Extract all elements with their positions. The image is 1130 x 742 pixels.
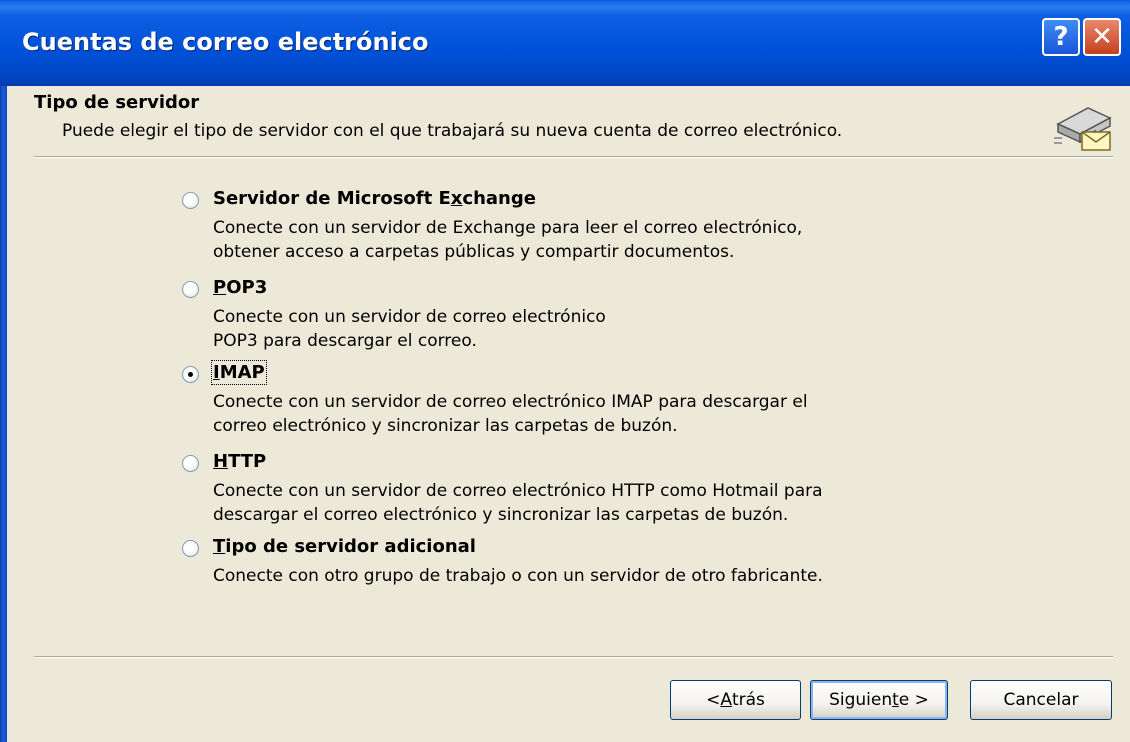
header-subtitle: Puede elegir el tipo de servidor con el … [62, 121, 843, 141]
server-mail-icon [1054, 107, 1112, 151]
header-separator [34, 156, 1113, 158]
radio-http[interactable] [182, 455, 199, 472]
window-border [0, 86, 7, 742]
cancel-button[interactable]: Cancelar [970, 680, 1112, 720]
option-label-part: I [213, 362, 220, 383]
option-label-part: T [213, 536, 226, 557]
option-description-exchange: Conecte con un servidor de Exchange para… [213, 216, 802, 264]
option-label-part: TTP [228, 451, 267, 472]
option-label-part: P [213, 277, 227, 298]
next-button-accelerator: t [892, 690, 899, 710]
option-label-part: Servidor de Microsoft E [213, 188, 451, 209]
back-button-label-b: trás [731, 690, 765, 710]
option-label-part: ipo de servidor adicional [225, 536, 476, 557]
option-label-part: OP3 [226, 277, 268, 298]
footer-separator [34, 656, 1113, 658]
next-button-label-a: Siguien [829, 690, 893, 710]
next-button[interactable]: Siguien t e > [810, 680, 948, 720]
back-button-label-a: < [706, 690, 721, 710]
option-description-line: correo electrónico y sincronizar las car… [213, 416, 678, 436]
option-description-line: descargar el correo electrónico y sincro… [213, 505, 789, 525]
option-description-imap: Conecte con un servidor de correo electr… [213, 390, 808, 438]
header-title: Tipo de servidor [34, 92, 200, 113]
option-description-line: Conecte con un servidor de correo electr… [213, 392, 808, 412]
option-label-part: x [450, 188, 463, 209]
option-label-pop3[interactable]: POP3 [213, 277, 267, 298]
option-description-additional: Conecte con otro grupo de trabajo o con … [213, 564, 823, 588]
option-label-http[interactable]: HTTP [213, 451, 266, 472]
option-description-line: POP3 para descargar el correo. [213, 331, 477, 351]
option-label-additional[interactable]: Tipo de servidor adicional [213, 536, 476, 557]
radio-additional[interactable] [182, 540, 199, 557]
title-bar[interactable]: Cuentas de correo electrónico ? ✕ [0, 0, 1130, 86]
option-label-part: change [462, 188, 536, 209]
close-button[interactable]: ✕ [1083, 18, 1121, 56]
option-description-line: Conecte con un servidor de correo electr… [213, 307, 606, 327]
option-label-part: H [213, 451, 229, 472]
radio-pop3[interactable] [182, 281, 199, 298]
radio-exchange[interactable] [182, 192, 199, 209]
option-label-part: MAP [219, 362, 265, 383]
next-button-label-b: e > [898, 690, 929, 710]
option-description-pop3: Conecte con un servidor de correo electr… [213, 305, 606, 353]
dialog-window: Cuentas de correo electrónico ? ✕ Tipo d… [0, 0, 1130, 742]
radio-dot [188, 372, 193, 377]
back-button[interactable]: < Atrás [670, 680, 801, 720]
help-button[interactable]: ? [1042, 18, 1080, 56]
option-label-exchange[interactable]: Servidor de Microsoft Exchange [213, 188, 536, 209]
option-label-imap[interactable]: IMAP [211, 360, 267, 385]
option-description-line: Conecte con otro grupo de trabajo o con … [213, 566, 823, 586]
option-description-line: Conecte con un servidor de Exchange para… [213, 218, 803, 238]
back-button-accelerator: A [720, 690, 732, 710]
option-description-line: Conecte con un servidor de correo electr… [213, 481, 823, 501]
option-description-line: obtener acceso a carpetas públicas y com… [213, 242, 735, 262]
option-description-http: Conecte con un servidor de correo electr… [213, 479, 823, 527]
window-title: Cuentas de correo electrónico [22, 28, 429, 56]
radio-imap[interactable] [182, 366, 199, 383]
